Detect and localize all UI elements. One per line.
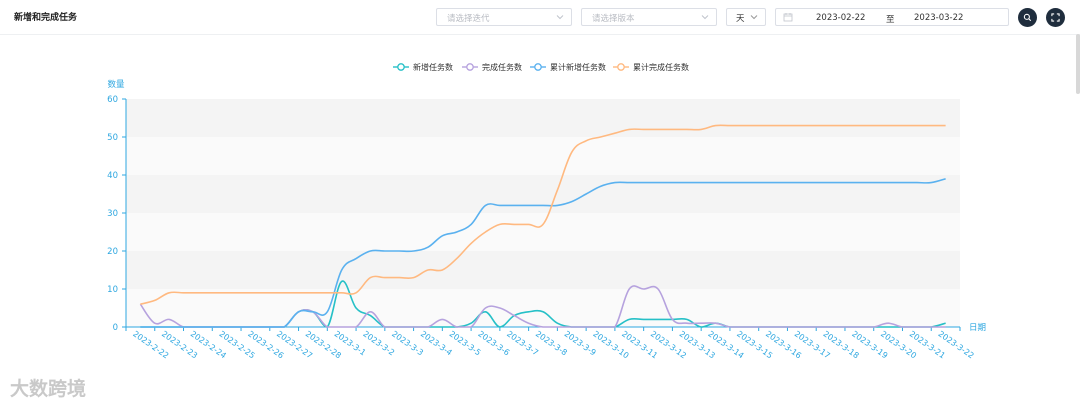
date-range-picker[interactable]: 2023-02-22 至 2023-03-22	[775, 8, 1009, 26]
chevron-down-icon	[556, 15, 564, 20]
fullscreen-button[interactable]	[1046, 8, 1065, 27]
legend-entry-label: 累计完成任务数	[633, 62, 689, 72]
x-tick-label: 2023-3-7	[505, 329, 540, 357]
header-bar: 新增和完成任务 请选择迭代 请选择版本 天 2023-02-22 至 2023-…	[0, 0, 1080, 35]
scrollbar[interactable]	[1076, 34, 1080, 94]
watermark-text: 大数跨境	[10, 378, 87, 400]
search-icon	[1023, 13, 1032, 22]
x-tick-label: 2023-3-3	[390, 329, 425, 357]
x-tick-label: 2023-3-5	[448, 329, 483, 357]
x-tick-label: 2023-3-4	[419, 329, 454, 357]
y-tick-label: 0	[113, 323, 118, 333]
iteration-select[interactable]: 请选择迭代	[436, 8, 572, 26]
granularity-value: 天	[736, 14, 745, 24]
fullscreen-icon	[1051, 13, 1060, 22]
grid-band	[126, 289, 960, 327]
y-tick-label: 60	[107, 95, 118, 105]
x-tick-label: 2023-3-8	[534, 329, 569, 357]
x-tick-label: 2023-3-6	[476, 329, 511, 357]
x-tick-label: 2023-3-9	[563, 329, 598, 357]
version-select[interactable]: 请选择版本	[581, 8, 717, 26]
grid-band	[126, 213, 960, 251]
y-tick-label: 40	[107, 171, 118, 181]
y-axis-title: 数量	[107, 79, 125, 90]
legend-entry-label: 完成任务数	[482, 62, 522, 72]
y-tick-label: 10	[107, 285, 118, 295]
legend-swatch-marker	[397, 63, 405, 71]
grid-band	[126, 251, 960, 289]
version-placeholder: 请选择版本	[592, 14, 635, 24]
iteration-placeholder: 请选择迭代	[447, 14, 490, 24]
legend-entry-label: 新增任务数	[413, 62, 453, 72]
chevron-down-icon	[750, 15, 758, 20]
legend-swatch-marker	[617, 63, 625, 71]
grid-band	[126, 175, 960, 213]
search-button[interactable]	[1018, 8, 1037, 27]
date-separator: 至	[886, 15, 895, 25]
grid-band	[126, 137, 960, 175]
legend-swatch-marker	[534, 63, 542, 71]
y-tick-label: 50	[107, 133, 118, 143]
grid-band	[126, 99, 960, 137]
y-tick-label: 20	[107, 247, 118, 257]
line-chart: 0102030405060数量日期2023-2-222023-2-232023-…	[107, 62, 986, 360]
chevron-down-icon	[701, 15, 709, 20]
calendar-icon	[783, 13, 793, 22]
granularity-select[interactable]: 天	[726, 8, 766, 26]
y-tick-label: 30	[107, 209, 118, 219]
date-end[interactable]: 2023-03-22	[914, 13, 963, 23]
panel-title: 新增和完成任务	[14, 13, 78, 23]
date-start[interactable]: 2023-02-22	[816, 13, 865, 23]
x-tick-label: 2023-3-2	[361, 329, 396, 357]
x-axis-title: 日期	[969, 323, 986, 333]
legend-entry-label: 累计新增任务数	[550, 62, 606, 72]
legend-swatch-marker	[466, 63, 474, 71]
